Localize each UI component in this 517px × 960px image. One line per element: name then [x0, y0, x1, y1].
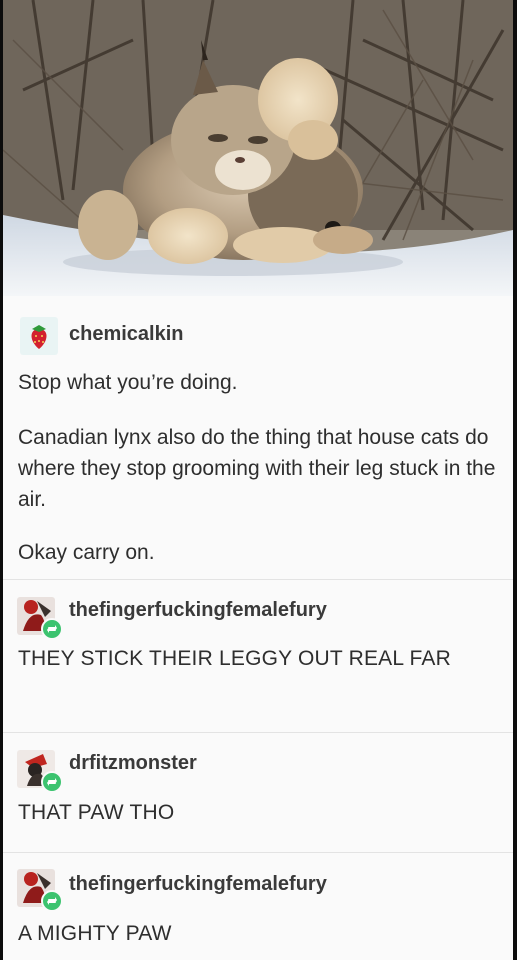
strawberry-icon[interactable] [20, 317, 58, 355]
post-reblog: thefingerfuckingfemalefury THEY STICK TH… [3, 580, 513, 732]
lynx-photo-drawing [3, 0, 513, 296]
post-username[interactable]: chemicalkin [69, 323, 184, 346]
post-reblog: thefingerfuckingfemalefury A MIGHTY PAW [3, 853, 513, 960]
lynx-photo [3, 0, 513, 296]
post-reblog: drfitzmonster THAT PAW THO [3, 733, 513, 852]
post-username[interactable]: thefingerfuckingfemalefury [69, 873, 327, 896]
tumblr-post-card: chemicalkin Stop what you’re doing. Cana… [3, 296, 513, 960]
screenshot-page: chemicalkin Stop what you’re doing. Cana… [0, 0, 517, 960]
post-username[interactable]: drfitzmonster [69, 752, 197, 775]
post-text: A MIGHTY PAW [18, 922, 172, 945]
post-paragraph: Stop what you’re doing. [18, 371, 238, 394]
post-chemicalkin: chemicalkin Stop what you’re doing. Cana… [3, 296, 513, 579]
post-paragraph: Canadian lynx also do the thing that hou… [18, 426, 496, 511]
post-text: THAT PAW THO [18, 801, 175, 824]
post-text: THEY STICK THEIR LEGGY OUT REAL FAR [18, 647, 451, 670]
post-paragraph: Okay carry on. [18, 541, 155, 564]
reblog-icon [41, 890, 63, 912]
reblog-icon [41, 771, 63, 793]
post-username[interactable]: thefingerfuckingfemalefury [69, 599, 327, 622]
reblog-icon [41, 618, 63, 640]
